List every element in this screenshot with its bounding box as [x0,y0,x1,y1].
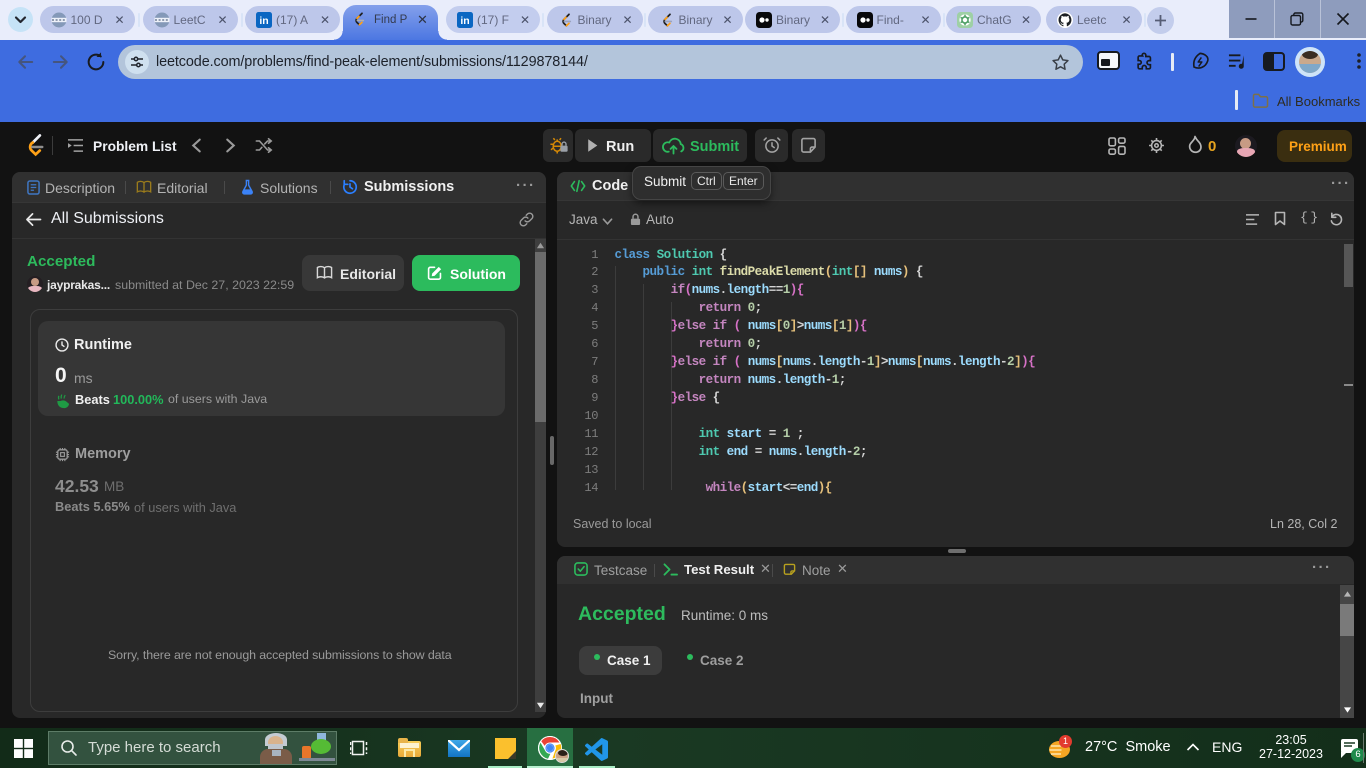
svg-text:in: in [259,15,268,27]
svg-text:in: in [460,15,469,27]
